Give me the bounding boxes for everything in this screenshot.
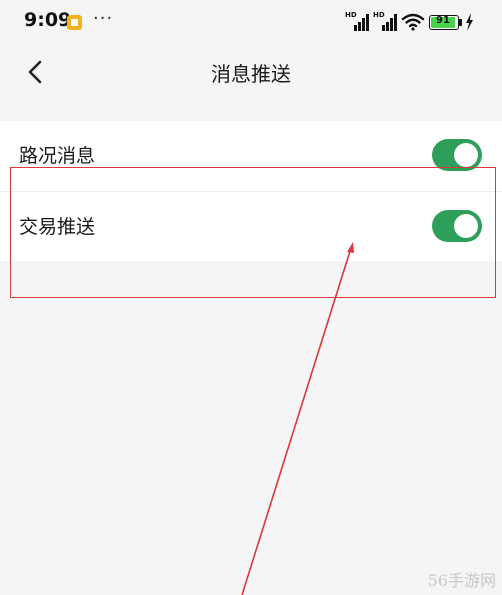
more-notifications-icon: ··· [93,8,114,29]
status-time: 9:09 [24,9,72,31]
battery-level: 91 [436,15,450,26]
toggle-knob [454,214,478,238]
charging-bolt-icon [466,13,473,31]
page-title: 消息推送 [211,62,291,86]
settings-list: 路况消息 交易推送 [0,121,502,261]
toggle-knob [454,143,478,167]
signal-icon [354,14,369,31]
battery-tip [459,19,462,26]
setting-row-transaction-push: 交易推送 [0,191,502,261]
nav-bar: 消息推送 [0,44,502,100]
road-messages-toggle[interactable] [432,139,482,171]
setting-label: 交易推送 [19,216,96,238]
signal-icon [382,14,397,31]
transaction-push-toggle[interactable] [432,210,482,242]
battery-icon: 91 [429,15,459,30]
watermark: 56手游网 [427,571,496,590]
wifi-icon [401,13,425,31]
status-bar: 9:09 ··· HD HD 91 [0,0,502,44]
setting-label: 路况消息 [19,145,96,167]
notification-icon [67,15,82,30]
setting-row-road-messages: 路况消息 [0,121,502,191]
